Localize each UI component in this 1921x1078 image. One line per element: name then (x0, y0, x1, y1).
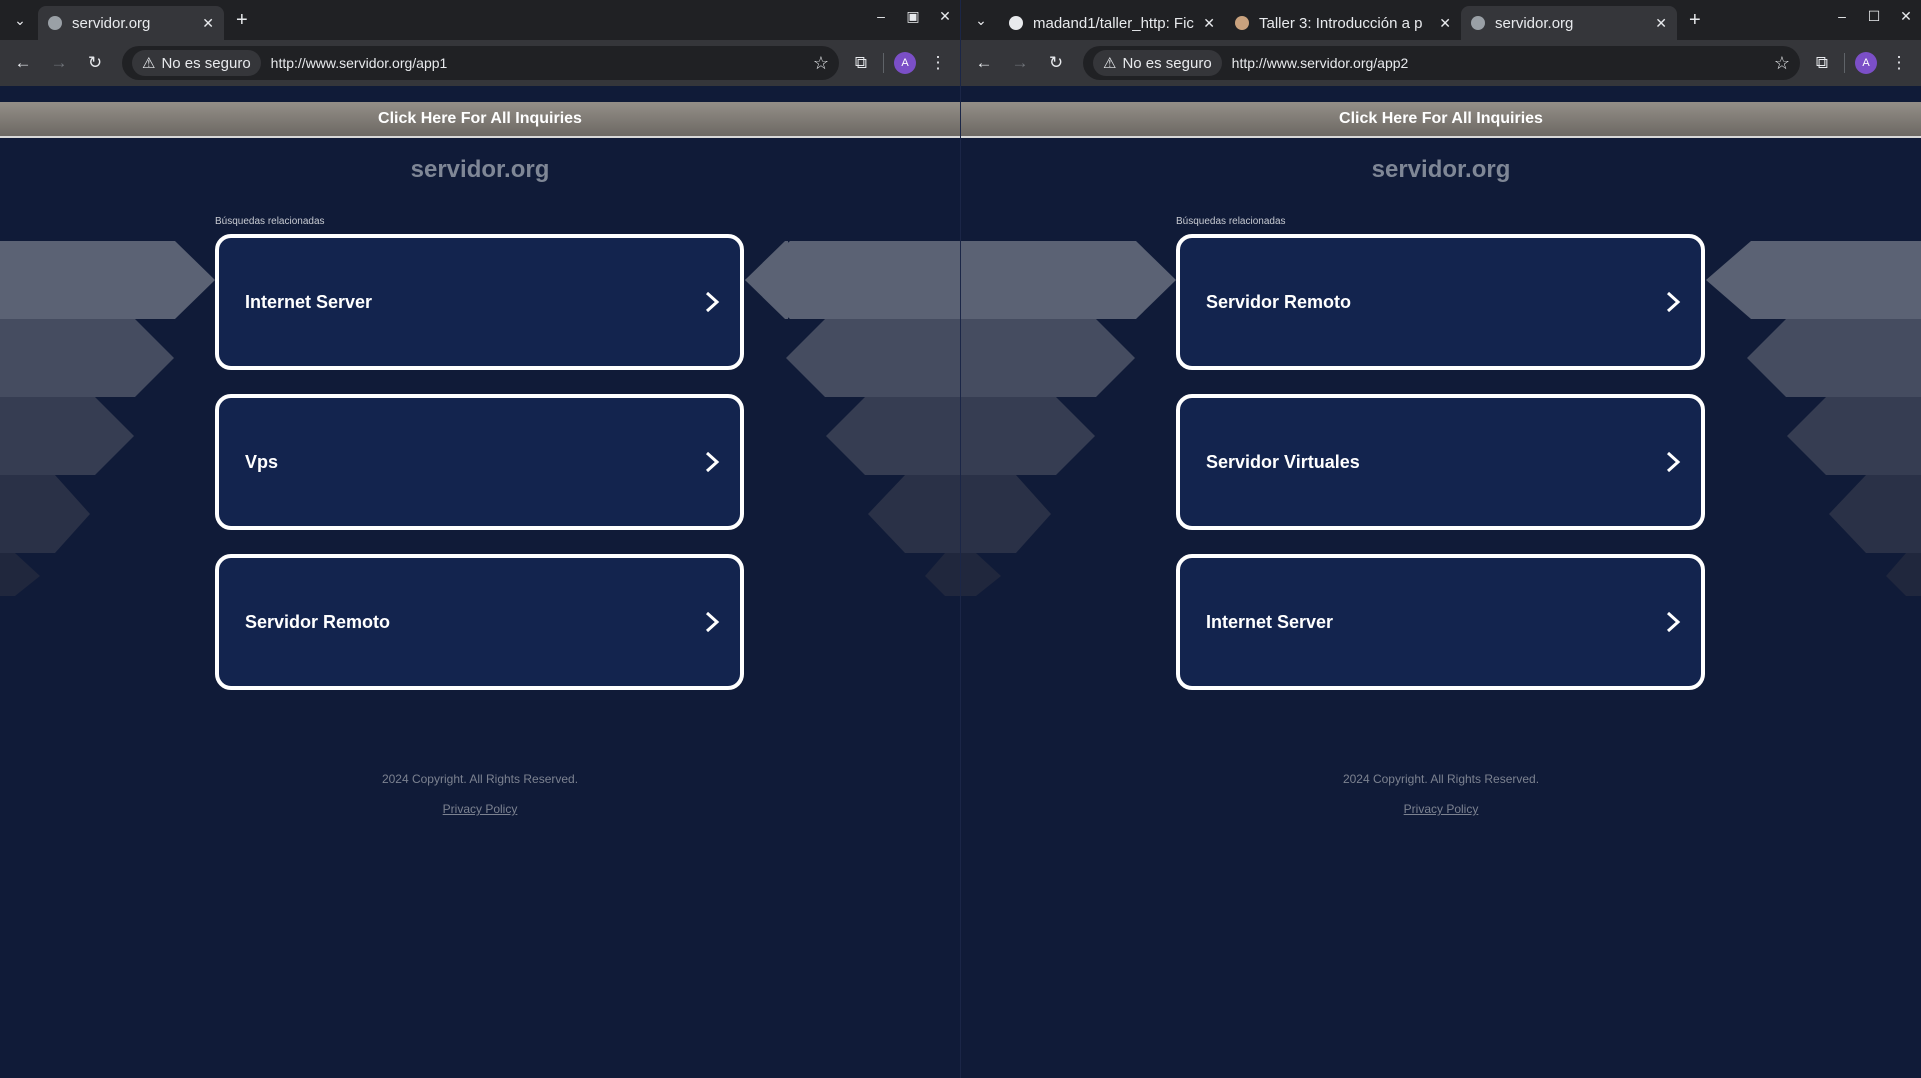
security-indicator[interactable]: ⚠ No es seguro (132, 50, 261, 76)
tab-taller[interactable]: Taller 3: Introducción a p ✕ (1225, 6, 1461, 40)
bookmark-star-icon[interactable]: ☆ (813, 53, 829, 74)
related-link-label: Internet Server (245, 291, 373, 312)
related-link-label: Servidor Virtuales (1206, 451, 1360, 472)
related-link-label: Internet Server (1206, 611, 1334, 632)
security-label: No es seguro (161, 54, 251, 72)
extensions-icon[interactable]: ⧉ (1810, 53, 1834, 73)
tab-title: Taller 3: Introducción a p (1259, 14, 1423, 32)
related-link-label: Vps (245, 451, 279, 472)
related-link-card[interactable]: Servidor Virtuales (1176, 394, 1705, 530)
tab-github[interactable]: madand1/taller_http: Fic ✕ (999, 6, 1225, 40)
related-link-card[interactable]: Servidor Remoto (215, 554, 744, 690)
copyright-text: 2024 Copyright. All Rights Reserved. (1342, 772, 1540, 786)
toolbar-divider (1844, 53, 1845, 73)
new-tab-icon[interactable]: + (1689, 9, 1701, 32)
menu-kebab-icon[interactable]: ⋮ (1887, 53, 1911, 73)
profile-avatar[interactable]: A (894, 52, 916, 74)
close-window-icon[interactable]: ✕ (938, 8, 952, 25)
tab-strip: ⌄ madand1/taller_http: Fic ✕ Taller 3: I… (961, 0, 1921, 40)
site-favicon-icon (1235, 16, 1249, 30)
close-tab-icon[interactable]: ✕ (1655, 15, 1667, 32)
tab-title: madand1/taller_http: Fic (1033, 14, 1194, 32)
url-text[interactable]: http://www.servidor.org/app2 (1232, 55, 1764, 71)
address-bar[interactable]: ⚠ No es seguro http://www.servidor.org/a… (1083, 46, 1800, 80)
forward-icon[interactable]: → (1007, 53, 1033, 73)
related-link-card[interactable]: Vps (215, 394, 744, 530)
tab-title: servidor.org (72, 14, 151, 32)
related-searches-label: Búsquedas relacionadas (215, 216, 325, 227)
reload-icon[interactable]: ↻ (82, 53, 108, 73)
tab-title: servidor.org (1495, 14, 1574, 32)
close-window-icon[interactable]: ✕ (1899, 8, 1913, 25)
chevron-right-icon (705, 291, 720, 313)
forward-icon[interactable]: → (46, 53, 72, 73)
copyright-text: 2024 Copyright. All Rights Reserved. (381, 772, 579, 786)
toolbar-divider (883, 53, 884, 73)
globe-icon (1471, 16, 1485, 30)
github-icon (1009, 16, 1023, 30)
desktop: ⌄ servidor.org ✕ + – ▣ ✕ ← → ↻ ⚠ No es s… (0, 0, 1921, 1078)
bookmark-star-icon[interactable]: ☆ (1774, 53, 1790, 74)
close-tab-icon[interactable]: ✕ (1203, 15, 1215, 32)
window-controls: – ☐ ✕ (1835, 8, 1913, 25)
browser-toolbar: ← → ↻ ⚠ No es seguro http://www.servidor… (961, 40, 1921, 86)
close-tab-icon[interactable]: ✕ (1439, 15, 1451, 32)
tab-strip: ⌄ servidor.org ✕ + – ▣ ✕ (0, 0, 960, 40)
chevron-right-icon (1666, 611, 1681, 633)
back-icon[interactable]: ← (971, 53, 997, 73)
address-bar[interactable]: ⚠ No es seguro http://www.servidor.org/a… (122, 46, 839, 80)
profile-avatar[interactable]: A (1855, 52, 1877, 74)
related-link-card[interactable]: Servidor Remoto (1176, 234, 1705, 370)
warning-icon: ⚠ (1103, 55, 1117, 72)
chevron-right-icon (705, 611, 720, 633)
new-tab-icon[interactable]: + (236, 9, 248, 32)
chevron-right-icon (1666, 291, 1681, 313)
reload-icon[interactable]: ↻ (1043, 53, 1069, 73)
maximize-icon[interactable]: ☐ (1867, 8, 1881, 25)
close-tab-icon[interactable]: ✕ (202, 15, 214, 32)
related-link-card[interactable]: Internet Server (1176, 554, 1705, 690)
related-searches-label: Búsquedas relacionadas (1176, 216, 1286, 227)
related-link-label: Servidor Remoto (1206, 291, 1352, 312)
browser-window-right: ⌄ madand1/taller_http: Fic ✕ Taller 3: I… (960, 0, 1921, 1078)
back-icon[interactable]: ← (10, 53, 36, 73)
maximize-icon[interactable]: ▣ (906, 8, 920, 25)
privacy-policy-link[interactable]: Privacy Policy (0, 802, 960, 816)
tab-search-icon[interactable]: ⌄ (6, 6, 34, 34)
menu-kebab-icon[interactable]: ⋮ (926, 53, 950, 73)
url-text[interactable]: http://www.servidor.org/app1 (271, 55, 803, 71)
related-link-card[interactable]: Internet Server (215, 234, 744, 370)
tab-servidor[interactable]: servidor.org ✕ (1461, 6, 1677, 40)
tab-search-icon[interactable]: ⌄ (967, 6, 995, 34)
chevron-right-icon (1666, 451, 1681, 473)
extensions-icon[interactable]: ⧉ (849, 53, 873, 73)
privacy-policy-link[interactable]: Privacy Policy (961, 802, 1921, 816)
warning-icon: ⚠ (142, 55, 156, 72)
browser-window-left: ⌄ servidor.org ✕ + – ▣ ✕ ← → ↻ ⚠ No es s… (0, 0, 960, 1078)
page-content: Click Here For All Inquiries servidor.or… (0, 86, 960, 1078)
chevron-right-icon (705, 451, 720, 473)
window-controls: – ▣ ✕ (874, 8, 952, 25)
related-link-label: Servidor Remoto (245, 611, 391, 632)
globe-icon (48, 16, 62, 30)
minimize-icon[interactable]: – (1835, 8, 1849, 25)
tab-servidor[interactable]: servidor.org ✕ (38, 6, 224, 40)
minimize-icon[interactable]: – (874, 8, 888, 25)
security-label: No es seguro (1122, 54, 1212, 72)
browser-toolbar: ← → ↻ ⚠ No es seguro http://www.servidor… (0, 40, 960, 86)
page-content: Click Here For All Inquiries servidor.or… (961, 86, 1921, 1078)
security-indicator[interactable]: ⚠ No es seguro (1093, 50, 1222, 76)
